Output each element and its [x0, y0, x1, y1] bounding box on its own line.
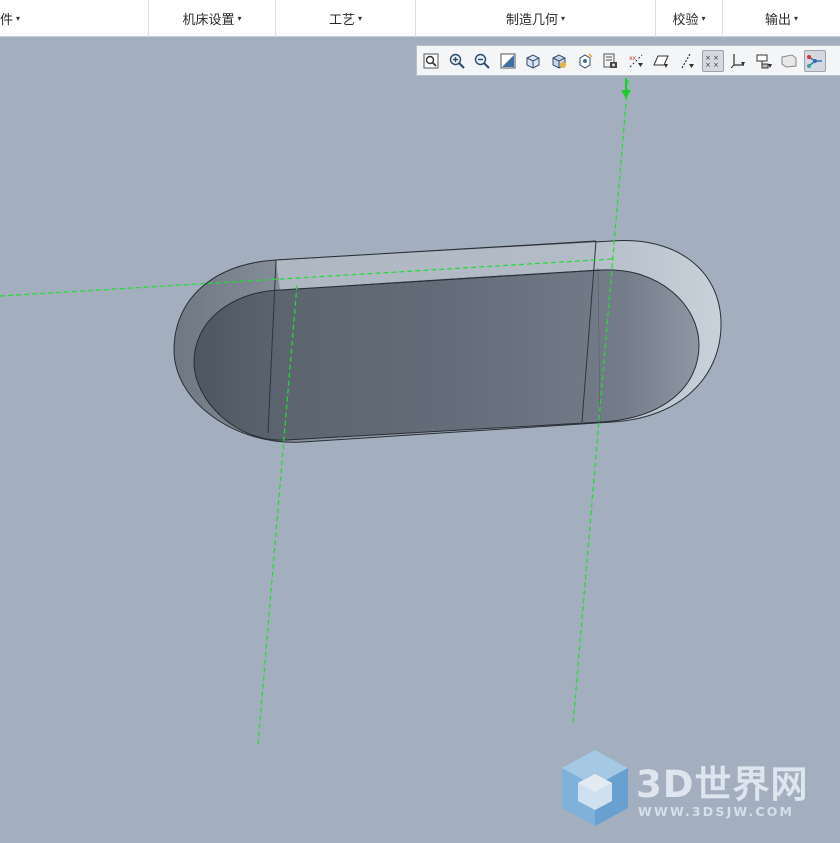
chevron-down-icon: ▾: [16, 14, 21, 23]
chevron-down-icon: ▾: [701, 14, 706, 23]
plane-display-icon[interactable]: [650, 50, 672, 72]
menu-label: 校验: [672, 13, 699, 28]
zoom-in-icon[interactable]: [446, 50, 468, 72]
menu-group-process[interactable]: 工艺 ▾: [276, 0, 416, 37]
cube-logo-icon: [562, 750, 628, 826]
point-display-icon[interactable]: × × × ×: [701, 49, 724, 72]
perspective-view-icon[interactable]: [778, 50, 800, 72]
datum-display-filter-icon[interactable]: xx: [625, 50, 647, 72]
standard-orientation-icon[interactable]: [548, 50, 570, 72]
chevron-down-icon: ▾: [358, 14, 363, 23]
menu-label: 工艺: [328, 13, 355, 28]
watermark-url: WWW.3DSJW.COM: [638, 804, 795, 819]
zoom-out-icon[interactable]: [471, 50, 493, 72]
graphics-viewport[interactable]: [0, 37, 840, 843]
axis-arrow-icon: [621, 78, 631, 99]
repaint-icon[interactable]: [497, 50, 519, 72]
menu-group-machine-setup[interactable]: 机床设置 ▾: [149, 0, 276, 37]
axis-display-icon[interactable]: [676, 50, 698, 72]
spin-center-icon[interactable]: [574, 50, 596, 72]
graphics-toolbar: xx × × × ×: [416, 45, 840, 76]
menu-group-validate[interactable]: 校验 ▾: [656, 0, 723, 37]
menu-label: 输出: [764, 13, 791, 28]
menu-group-component[interactable]: 件 ▾: [0, 0, 149, 37]
watermark: 3D世界网 WWW.3DSJW.COM: [556, 746, 826, 830]
csys-display-icon[interactable]: [727, 50, 749, 72]
watermark-brand: 3D世界网: [636, 763, 809, 806]
refit-icon[interactable]: [420, 50, 442, 72]
svg-text:×: ×: [713, 61, 719, 69]
menu-label: 机床设置: [182, 13, 235, 28]
menu-label: 制造几何: [505, 13, 558, 28]
annotation-display-icon[interactable]: [753, 50, 775, 72]
saved-views-icon[interactable]: [599, 50, 621, 72]
chevron-down-icon: ▾: [561, 14, 566, 23]
menu-group-output[interactable]: 输出 ▾: [723, 0, 840, 37]
display-style-icon[interactable]: [522, 50, 544, 72]
menu-label: 件: [0, 13, 14, 28]
svg-text:xx: xx: [629, 55, 637, 62]
menu-group-mfg-geometry[interactable]: 制造几何 ▾: [416, 0, 656, 37]
chevron-down-icon: ▾: [237, 14, 242, 23]
model-scene[interactable]: [0, 37, 840, 843]
svg-text:×: ×: [705, 61, 711, 69]
toolpath-display-icon[interactable]: [803, 49, 826, 72]
pocket-floor[interactable]: [193, 269, 700, 441]
chevron-down-icon: ▾: [794, 14, 799, 23]
ribbon-menubar: 件 ▾ 机床设置 ▾ 工艺 ▾ 制造几何 ▾ 校验 ▾ 输出 ▾: [0, 0, 840, 37]
